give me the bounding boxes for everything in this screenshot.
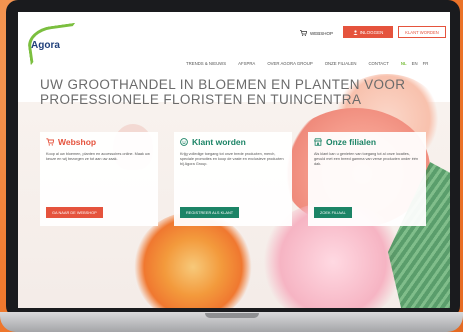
webshop-link[interactable]: WEBSHOP xyxy=(300,30,333,36)
agora-logo[interactable]: Agora xyxy=(25,22,81,66)
cart-icon xyxy=(300,30,307,36)
logo-text: Agora xyxy=(31,40,60,51)
card-title-text: Webshop xyxy=(58,137,97,147)
go-to-webshop-button[interactable]: GA NAAR DE WEBSHOP xyxy=(46,207,103,218)
nav-item-afspra[interactable]: AFSPRA xyxy=(238,61,255,66)
nav-item-over-agora[interactable]: OVER AGORA GROUP xyxy=(267,61,312,66)
nav-item-contact[interactable]: CONTACT xyxy=(368,61,388,66)
login-label: INLOGGEN xyxy=(359,29,384,35)
become-client-button[interactable]: KLANT WORDEN xyxy=(398,26,446,38)
user-icon xyxy=(353,29,358,35)
cart-icon xyxy=(46,138,54,146)
card-webshop: Webshop Koop al uw bloemen, planten en a… xyxy=(40,132,158,226)
lang-fr[interactable]: FR xyxy=(423,61,429,66)
card-branches: Onze filialen Als klant kan u genieten v… xyxy=(308,132,426,226)
nav-item-filialen[interactable]: ONZE FILIALEN xyxy=(325,61,357,66)
laptop-notch xyxy=(205,313,259,318)
hero-line-2: PROFESSIONELE FLORISTEN EN TUINCENTRA xyxy=(40,92,362,107)
lang-en[interactable]: EN xyxy=(412,61,418,66)
main-nav: TRENDS & NIEUWS AFSPRA OVER AGORA GROUP … xyxy=(186,58,448,68)
hero-headline: UW GROOTHANDEL IN BLOEMEN EN PLANTEN VOO… xyxy=(40,77,440,107)
card-title: Onze filialen xyxy=(314,137,420,147)
card-text: Als klant kan u genieten van toegang tot… xyxy=(314,152,419,167)
card-text: Krijg volledige toegang tot onze brede p… xyxy=(180,152,284,167)
website-screen: Agora WEBSHOP INLOGGEN KLANT WORDEN TREN… xyxy=(18,12,450,308)
smile-user-icon xyxy=(180,138,188,146)
card-title: Webshop xyxy=(46,137,152,147)
register-client-button[interactable]: REGISTREER ALS KLANT xyxy=(180,207,240,218)
card-title-text: Onze filialen xyxy=(326,137,377,147)
find-branch-button[interactable]: ZOEK FILIAAL xyxy=(314,207,352,218)
card-title: Klant worden xyxy=(180,137,286,147)
store-icon xyxy=(314,138,322,146)
lang-nl[interactable]: NL xyxy=(401,61,407,66)
nav-item-trends[interactable]: TRENDS & NIEUWS xyxy=(186,61,226,66)
hero-line-1: UW GROOTHANDEL IN BLOEMEN EN PLANTEN VOO… xyxy=(40,77,406,92)
webshop-label: WEBSHOP xyxy=(310,30,334,36)
card-become-client: Klant worden Krijg volledige toegang tot… xyxy=(174,132,292,226)
card-title-text: Klant worden xyxy=(192,137,246,147)
login-button[interactable]: INLOGGEN xyxy=(343,26,393,38)
card-text: Koop al uw bloemen, planten en accessoir… xyxy=(46,152,150,162)
